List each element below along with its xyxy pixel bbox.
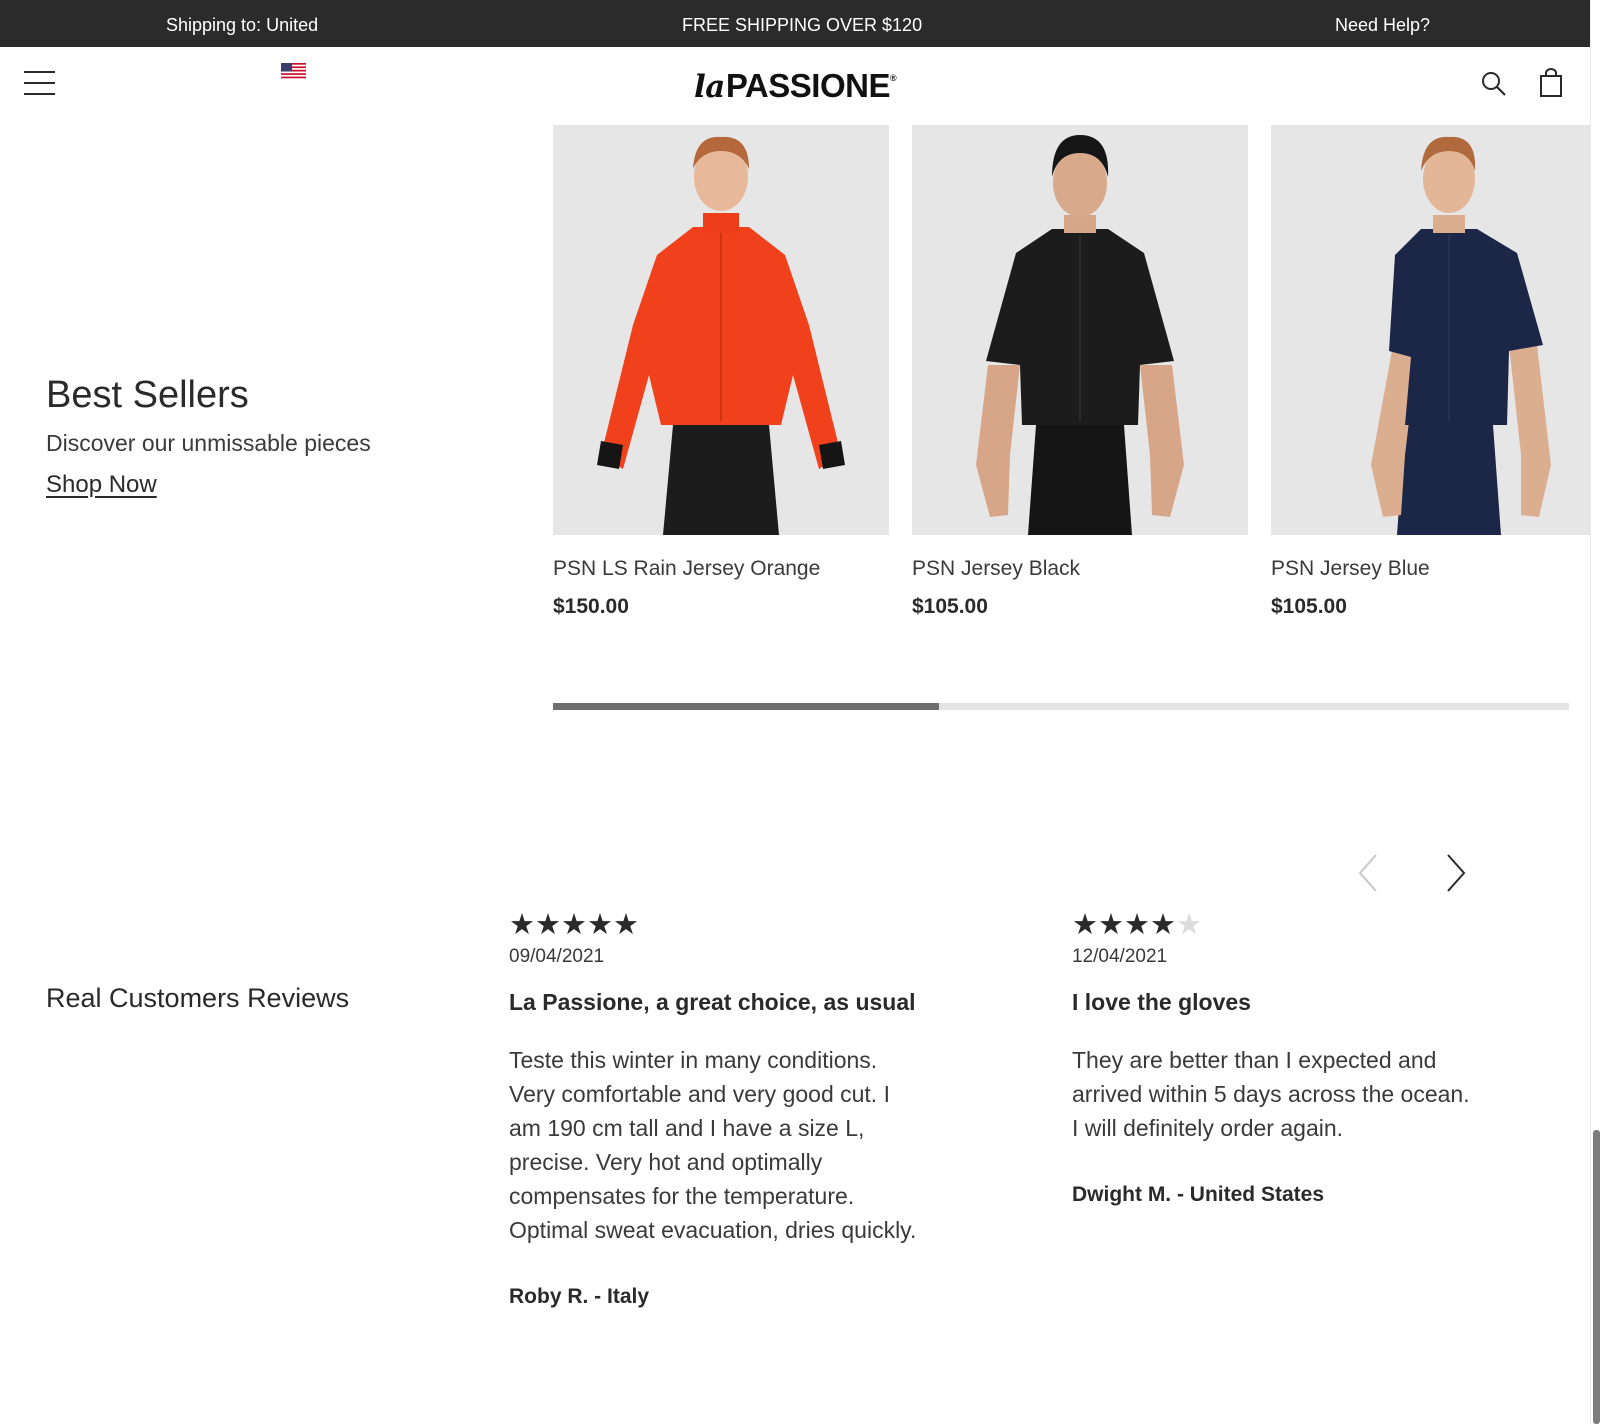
shop-now-link[interactable]: Shop Now: [46, 471, 157, 499]
need-help-link[interactable]: Need Help?: [1335, 15, 1430, 36]
star-icon: ★: [587, 909, 613, 941]
product-price: $105.00: [912, 595, 988, 618]
product-price: $150.00: [553, 595, 629, 618]
product-image[interactable]: [553, 125, 889, 535]
announcement-bar: Shipping to: United FREE SHIPPING OVER $…: [0, 0, 1590, 47]
shipping-country: United: [266, 15, 319, 35]
logo-registered-mark: ®: [889, 73, 897, 83]
star-rating: ★★★★★: [1072, 910, 1472, 940]
product-price: $105.00: [1271, 595, 1347, 618]
site-header: laPASSIONE®: [0, 47, 1590, 125]
logo-wordmark: PASSIONE: [725, 67, 891, 104]
product-name[interactable]: PSN Jersey Blue: [1271, 557, 1590, 581]
product-image[interactable]: [1271, 125, 1590, 535]
product-name[interactable]: PSN LS Rain Jersey Orange: [553, 557, 889, 581]
star-icon: ★: [509, 909, 535, 941]
product-image[interactable]: [912, 125, 1248, 535]
review-date: 09/04/2021: [509, 946, 605, 967]
page-scrollbar-thumb[interactable]: [1593, 1130, 1600, 1424]
review-date: 12/04/2021: [1072, 946, 1168, 967]
search-icon[interactable]: [1481, 71, 1507, 97]
star-icon: ★: [613, 909, 639, 941]
star-icon: ★: [1072, 909, 1098, 941]
product-card[interactable]: PSN Jersey Black $105.00: [912, 125, 1248, 619]
chevron-left-icon[interactable]: [1354, 852, 1384, 894]
best-sellers-title: Best Sellers: [46, 374, 249, 416]
product-card[interactable]: PSN LS Rain Jersey Orange $150.00: [553, 125, 889, 619]
chevron-right-icon[interactable]: [1440, 852, 1470, 894]
shipping-to-selector[interactable]: Shipping to: United: [166, 15, 318, 36]
us-flag-icon[interactable]: [281, 63, 306, 80]
star-icon: ★: [535, 909, 561, 941]
star-icon: ★: [561, 909, 587, 941]
star-icon: ★: [1098, 909, 1124, 941]
hamburger-menu-icon[interactable]: [24, 71, 55, 97]
review-title: I love the gloves: [1072, 989, 1251, 1015]
star-rating: ★★★★★: [509, 910, 919, 940]
brand-logo[interactable]: laPASSIONE®: [694, 67, 897, 105]
review-title: La Passione, a great choice, as usual: [509, 989, 916, 1015]
review-card: ★★★★★ 12/04/2021 I love the gloves They …: [1072, 910, 1472, 1207]
review-author: Roby R. - Italy: [509, 1285, 650, 1308]
shopping-bag-icon[interactable]: [1539, 68, 1563, 98]
review-author: Dwight M. - United States: [1072, 1183, 1324, 1206]
free-shipping-promo: FREE SHIPPING OVER $120: [682, 15, 923, 35]
star-icon: ★: [1124, 909, 1150, 941]
best-sellers-subtitle: Discover our unmissable pieces: [46, 430, 371, 456]
star-empty-icon: ★: [1176, 909, 1202, 941]
review-body: Teste this winter in many conditions. Ve…: [509, 1047, 917, 1243]
review-card: ★★★★★ 09/04/2021 La Passione, a great ch…: [509, 910, 919, 1309]
page-scrollbar[interactable]: [1590, 0, 1600, 1424]
reviews-heading: Real Customers Reviews: [46, 983, 350, 1013]
product-card[interactable]: PSN Jersey Blue $105.00: [1271, 125, 1590, 619]
shipping-label: Shipping to:: [166, 15, 262, 35]
carousel-progress-thumb[interactable]: [553, 703, 940, 710]
carousel-progress-bar[interactable]: [553, 703, 1569, 710]
logo-prefix: la: [694, 69, 725, 105]
star-icon: ★: [1150, 909, 1176, 941]
review-body: They are better than I expected and arri…: [1072, 1047, 1470, 1141]
product-name[interactable]: PSN Jersey Black: [912, 557, 1248, 581]
